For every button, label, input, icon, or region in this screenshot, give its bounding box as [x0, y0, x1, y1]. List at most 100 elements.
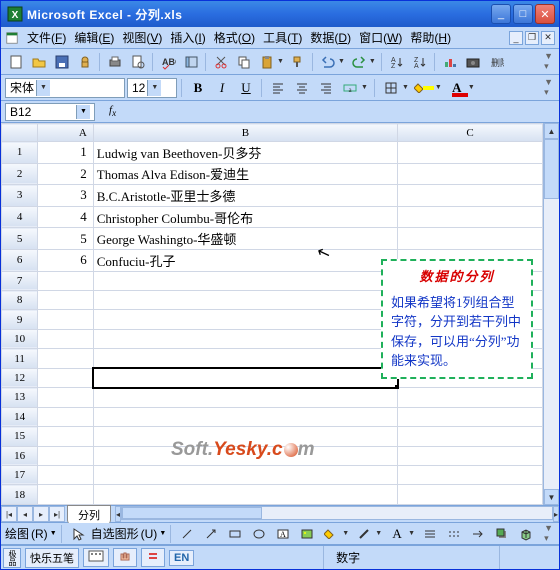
borders-button[interactable]: [380, 77, 402, 99]
cell[interactable]: 3: [38, 185, 94, 207]
new-button[interactable]: [5, 51, 27, 73]
cell[interactable]: [38, 388, 94, 407]
merge-dropdown[interactable]: ▼: [361, 84, 370, 91]
insert-image-button[interactable]: [296, 523, 318, 545]
scroll-right-button[interactable]: ▸: [553, 506, 559, 522]
3d-button[interactable]: [515, 523, 537, 545]
print-button[interactable]: [104, 51, 126, 73]
cell[interactable]: Confuciu-孔子: [93, 249, 397, 271]
row-header[interactable]: 15: [2, 427, 38, 446]
ime-settings-icon[interactable]: [141, 548, 165, 567]
row-header[interactable]: 3: [2, 185, 38, 207]
cell[interactable]: B.C.Aristotle-亚里士多德: [93, 185, 397, 207]
line-button[interactable]: [176, 523, 198, 545]
cell[interactable]: [38, 485, 94, 505]
minimize-button[interactable]: _: [491, 4, 511, 24]
autoshapes-menu[interactable]: 自选图形: [91, 525, 139, 542]
menu-帮助[interactable]: 帮助(H): [406, 29, 455, 47]
column-header-A[interactable]: A: [38, 124, 94, 142]
cell[interactable]: 4: [38, 206, 94, 228]
camera-button[interactable]: [462, 51, 484, 73]
cell[interactable]: 1: [38, 142, 94, 164]
cell[interactable]: Christopher Columbu-哥伦布: [93, 206, 397, 228]
redo-button[interactable]: [348, 51, 370, 73]
textbox-button[interactable]: A: [272, 523, 294, 545]
cell[interactable]: [398, 485, 543, 505]
cell[interactable]: [398, 465, 543, 484]
row-header[interactable]: 2: [2, 163, 38, 185]
font-name-combo[interactable]: 宋体 ▼: [5, 78, 125, 98]
ime-keyboard-icon[interactable]: [83, 548, 109, 567]
shadow-button[interactable]: [491, 523, 513, 545]
cell[interactable]: [398, 388, 543, 407]
row-header[interactable]: 8: [2, 291, 38, 310]
cell[interactable]: 5: [38, 228, 94, 250]
oval-button[interactable]: [248, 523, 270, 545]
delete-button[interactable]: 删除: [485, 51, 507, 73]
english-mode-icon[interactable]: EN: [169, 550, 194, 566]
cell[interactable]: [398, 446, 543, 465]
undo-dropdown[interactable]: ▼: [338, 58, 347, 65]
undo-button[interactable]: [317, 51, 339, 73]
save-button[interactable]: [51, 51, 73, 73]
research-button[interactable]: [180, 51, 202, 73]
cell[interactable]: [93, 407, 397, 426]
cell[interactable]: [38, 407, 94, 426]
row-header[interactable]: 5: [2, 228, 38, 250]
menu-格式[interactable]: 格式(O): [210, 29, 259, 47]
cell[interactable]: [398, 163, 543, 185]
cell[interactable]: [93, 291, 397, 310]
menu-窗口[interactable]: 窗口(W): [355, 29, 406, 47]
cell[interactable]: George Washingto-华盛顿: [93, 228, 397, 250]
row-header[interactable]: 1: [2, 142, 38, 164]
arrow-button[interactable]: [200, 523, 222, 545]
open-button[interactable]: [28, 51, 50, 73]
column-header-B[interactable]: B: [93, 124, 397, 142]
cell[interactable]: [93, 271, 397, 290]
vertical-scrollbar[interactable]: ▲ ▼: [543, 123, 559, 505]
scroll-up-button[interactable]: ▲: [544, 123, 559, 139]
rectangle-button[interactable]: [224, 523, 246, 545]
sort-asc-button[interactable]: AZ: [386, 51, 408, 73]
scroll-thumb[interactable]: [544, 139, 559, 199]
italic-button[interactable]: I: [211, 77, 233, 99]
row-header[interactable]: 12: [2, 368, 38, 387]
toolbar-overflow[interactable]: ▼▾: [544, 51, 555, 72]
chart-button[interactable]: [439, 51, 461, 73]
sort-desc-button[interactable]: ZA: [409, 51, 431, 73]
doc-close-button[interactable]: ✕: [541, 31, 555, 45]
cell[interactable]: [38, 310, 94, 329]
cell[interactable]: [38, 329, 94, 348]
align-right-button[interactable]: [315, 77, 337, 99]
borders-dropdown[interactable]: ▼: [402, 84, 411, 91]
menu-文件[interactable]: 文件(F): [23, 29, 70, 47]
cut-button[interactable]: [210, 51, 232, 73]
cell[interactable]: 2: [38, 163, 94, 185]
redo-dropdown[interactable]: ▼: [369, 58, 378, 65]
copy-button[interactable]: [233, 51, 255, 73]
ime-hand-icon[interactable]: [113, 548, 137, 567]
cell[interactable]: [93, 329, 397, 348]
row-header[interactable]: 13: [2, 388, 38, 407]
doc-minimize-button[interactable]: _: [509, 31, 523, 45]
dash-style-button[interactable]: [443, 523, 465, 545]
cell[interactable]: [38, 271, 94, 290]
row-header[interactable]: 10: [2, 329, 38, 348]
merge-center-button[interactable]: a: [339, 77, 361, 99]
row-header[interactable]: 4: [2, 206, 38, 228]
cell[interactable]: [38, 427, 94, 446]
tab-nav-prev[interactable]: ◂: [17, 506, 33, 522]
cell[interactable]: [398, 228, 543, 250]
cell[interactable]: [93, 388, 397, 407]
menu-工具[interactable]: 工具(T): [259, 29, 306, 47]
row-header[interactable]: 11: [2, 349, 38, 368]
select-objects-button[interactable]: [67, 523, 89, 545]
ime-name[interactable]: 快乐五笔: [25, 548, 79, 568]
fx-label[interactable]: fx: [109, 104, 116, 118]
row-header[interactable]: 7: [2, 271, 38, 290]
cell[interactable]: [398, 407, 543, 426]
cell[interactable]: [93, 465, 397, 484]
row-header[interactable]: 9: [2, 310, 38, 329]
cell[interactable]: [398, 206, 543, 228]
arrow-style-button[interactable]: [467, 523, 489, 545]
